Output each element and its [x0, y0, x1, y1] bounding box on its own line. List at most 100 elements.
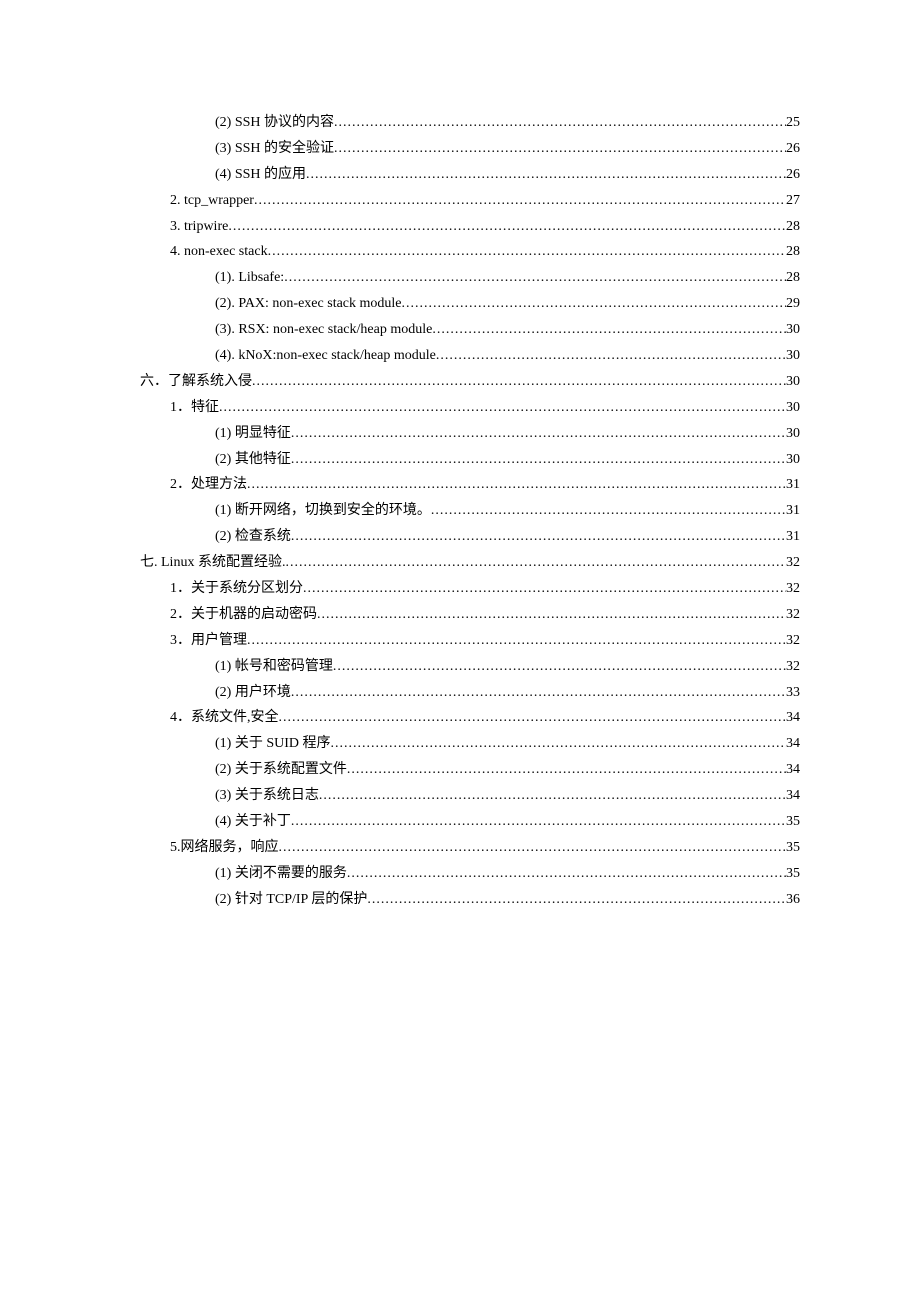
toc-entry-leader — [319, 783, 786, 809]
toc-entry-page: 28 — [786, 265, 800, 291]
toc-entry-title: (1) 关于 SUID 程序 — [215, 731, 331, 757]
toc-entry-page: 26 — [786, 136, 800, 162]
toc-entry: (1) 明显特征 30 — [140, 421, 800, 447]
toc-entry: 六．了解系统入侵30 — [140, 369, 800, 395]
toc-entry-page: 32 — [786, 576, 800, 602]
toc-entry-leader — [285, 550, 786, 576]
toc-entry-leader — [334, 110, 786, 136]
toc-entry-title: (2) 关于系统配置文件 — [215, 757, 347, 783]
toc-entry-title: 2. tcp_wrapper — [170, 188, 254, 214]
toc-entry: 5.网络服务，响应 35 — [140, 835, 800, 861]
toc-entry-title: (2) 其他特征 — [215, 447, 291, 473]
toc-entry-title: (2) 检查系统 — [215, 524, 291, 550]
toc-entry-page: 34 — [786, 783, 800, 809]
toc-entry-leader — [279, 705, 787, 731]
toc-entry-leader — [303, 576, 786, 602]
toc-entry-page: 31 — [786, 498, 800, 524]
toc-entry: 3. tripwire 28 — [140, 214, 800, 240]
toc-entry: (2) 用户环境33 — [140, 680, 800, 706]
toc-container: (2) SSH 协议的内容25(3) SSH 的安全验证26(4) SSH 的应… — [0, 0, 920, 913]
toc-entry: 2．关于机器的启动密码32 — [140, 602, 800, 628]
toc-entry-title: (4) SSH 的应用 — [215, 162, 306, 188]
toc-entry: 1．关于系统分区划分 32 — [140, 576, 800, 602]
toc-entry-leader — [317, 602, 786, 628]
toc-entry-title: 4. non-exec stack — [170, 239, 268, 265]
toc-entry: (2). PAX: non-exec stack module 29 — [140, 291, 800, 317]
toc-entry-page: 31 — [786, 524, 800, 550]
toc-entry: (2) 其他特征 30 — [140, 447, 800, 473]
toc-entry: 2. tcp_wrapper 27 — [140, 188, 800, 214]
toc-entry-leader — [279, 835, 787, 861]
toc-entry: (2) 检查系统 31 — [140, 524, 800, 550]
toc-entry: (2) 针对 TCP/IP 层的保护 36 — [140, 887, 800, 913]
toc-entry-leader — [219, 395, 786, 421]
toc-entry-leader — [268, 239, 786, 265]
toc-entry: (3). RSX: non-exec stack/heap module 30 — [140, 317, 800, 343]
toc-entry: (1) 帐号和密码管理 32 — [140, 654, 800, 680]
toc-entry-page: 30 — [786, 395, 800, 421]
toc-entry-page: 36 — [786, 887, 800, 913]
toc-entry-leader — [347, 757, 786, 783]
toc-entry-leader — [432, 317, 786, 343]
toc-entry-leader — [291, 447, 786, 473]
toc-entry: (2) 关于系统配置文件 34 — [140, 757, 800, 783]
toc-entry-page: 28 — [786, 239, 800, 265]
toc-entry-page: 27 — [786, 188, 800, 214]
toc-entry-title: 1．关于系统分区划分 — [170, 576, 303, 602]
toc-entry-page: 25 — [786, 110, 800, 136]
toc-entry-leader — [347, 861, 786, 887]
toc-entry-page: 35 — [786, 861, 800, 887]
toc-entry-title: (1) 断开网络，切换到安全的环境。 — [215, 498, 431, 524]
toc-entry-title: (1) 帐号和密码管理 — [215, 654, 333, 680]
toc-entry-page: 32 — [786, 654, 800, 680]
toc-entry-leader — [284, 265, 786, 291]
toc-entry-leader — [402, 291, 787, 317]
toc-entry-title: (2) 针对 TCP/IP 层的保护 — [215, 887, 367, 913]
toc-entry-leader — [291, 809, 786, 835]
toc-entry-leader — [247, 628, 786, 654]
toc-entry-title: (2) 用户环境 — [215, 680, 291, 706]
toc-entry-leader — [431, 498, 786, 524]
toc-entry: 2．处理方法 31 — [140, 472, 800, 498]
toc-entry-leader — [291, 421, 786, 447]
toc-entry-leader — [436, 343, 786, 369]
toc-entry-title: 七. Linux 系统配置经验. — [140, 550, 285, 576]
toc-entry-title: 4．系统文件,安全 — [170, 705, 279, 731]
toc-entry: (4). kNoX:non-exec stack/heap module 30 — [140, 343, 800, 369]
toc-entry-leader — [291, 680, 786, 706]
toc-entry-title: 2．关于机器的启动密码 — [170, 602, 317, 628]
toc-entry-title: (4) 关于补丁 — [215, 809, 291, 835]
toc-entry: 4. non-exec stack 28 — [140, 239, 800, 265]
toc-entry-leader — [228, 214, 786, 240]
toc-entry-title: 3. tripwire — [170, 214, 228, 240]
toc-entry-title: (1) 关闭不需要的服务 — [215, 861, 347, 887]
toc-entry-page: 26 — [786, 162, 800, 188]
toc-entry-page: 29 — [786, 291, 800, 317]
toc-entry-page: 30 — [786, 317, 800, 343]
toc-entry-page: 30 — [786, 447, 800, 473]
toc-entry-title: 六．了解系统入侵 — [140, 369, 252, 395]
toc-entry-page: 34 — [786, 757, 800, 783]
toc-entry: (4) 关于补丁35 — [140, 809, 800, 835]
toc-entry-leader — [254, 188, 786, 214]
toc-entry-page: 28 — [786, 214, 800, 240]
toc-entry-title: (1) 明显特征 — [215, 421, 291, 447]
toc-entry-page: 32 — [786, 550, 800, 576]
toc-entry: 3．用户管理32 — [140, 628, 800, 654]
toc-entry-title: 5.网络服务，响应 — [170, 835, 279, 861]
toc-entry-leader — [331, 731, 787, 757]
toc-entry-title: (2). PAX: non-exec stack module — [215, 291, 402, 317]
toc-entry-page: 34 — [786, 705, 800, 731]
toc-entry-leader — [247, 472, 786, 498]
toc-entry-page: 31 — [786, 472, 800, 498]
toc-entry: (2) SSH 协议的内容25 — [140, 110, 800, 136]
toc-entry: 4．系统文件,安全 34 — [140, 705, 800, 731]
toc-entry: (1) 关闭不需要的服务 35 — [140, 861, 800, 887]
toc-entry-leader — [291, 524, 786, 550]
toc-entry-page: 30 — [786, 421, 800, 447]
toc-entry-title: 2．处理方法 — [170, 472, 247, 498]
toc-entry-title: (3). RSX: non-exec stack/heap module — [215, 317, 432, 343]
toc-entry-page: 35 — [786, 835, 800, 861]
toc-entry: (1) 断开网络，切换到安全的环境。 31 — [140, 498, 800, 524]
toc-entry-page: 32 — [786, 628, 800, 654]
